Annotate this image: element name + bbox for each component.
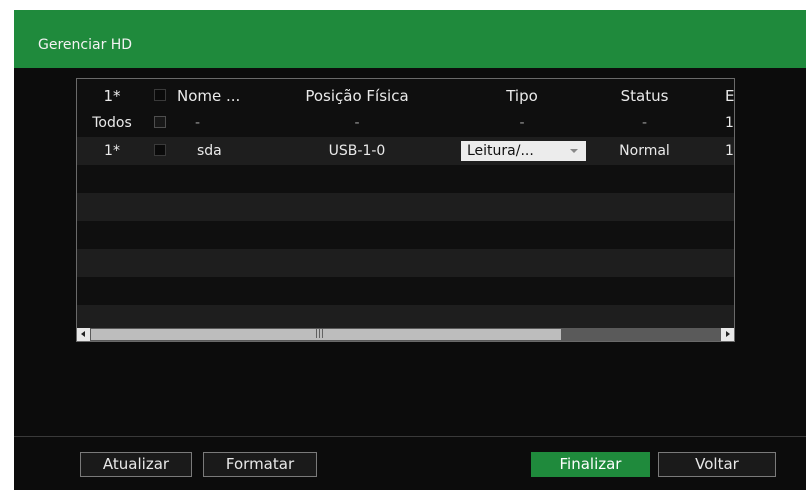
hd-table: 1* Nome ... Posição Física Tipo Status E… (76, 78, 735, 342)
window-title: Gerenciar HD (38, 37, 133, 53)
footer-divider (14, 436, 806, 437)
disk-type-value: Leitura/... (467, 143, 534, 159)
empty-row (77, 277, 734, 305)
empty-row (77, 193, 734, 221)
all-last: 1 (725, 115, 734, 131)
header-type[interactable]: Tipo (457, 82, 587, 110)
back-button[interactable]: Voltar (658, 452, 776, 477)
header-truncated-column[interactable]: E (725, 82, 734, 110)
all-name: - (195, 115, 201, 131)
disk-position: USB-1-0 (328, 143, 386, 159)
scroll-right-button[interactable] (721, 328, 734, 341)
empty-row (77, 249, 734, 277)
format-button[interactable]: Formatar (203, 452, 317, 477)
arrow-right-icon (726, 331, 730, 337)
disk-type-select[interactable]: Leitura/... (461, 141, 586, 161)
chevron-down-icon (570, 149, 578, 153)
table-row[interactable]: 1* sda USB-1-0 Leitura/... Normal 1 (77, 137, 734, 165)
scrollbar-grip: ||| (315, 329, 325, 339)
disk-last: 1 (725, 143, 734, 159)
all-position: - (354, 115, 360, 131)
scrollbar-thumb[interactable] (91, 329, 561, 340)
finish-button[interactable]: Finalizar (531, 452, 650, 477)
header-status[interactable]: Status (597, 82, 692, 110)
horizontal-scrollbar[interactable]: ||| (77, 328, 734, 341)
header-number[interactable]: 1* (77, 82, 147, 110)
refresh-button[interactable]: Atualizar (80, 452, 192, 477)
select-all-checkbox[interactable] (154, 89, 166, 101)
table-row-all[interactable]: Todos - - - - 1 (77, 109, 734, 137)
empty-row (77, 221, 734, 249)
title-bar: Gerenciar HD (14, 10, 806, 68)
all-label: Todos (92, 115, 132, 131)
all-type: - (519, 115, 525, 131)
scroll-left-button[interactable] (77, 328, 90, 341)
all-status: - (641, 115, 648, 131)
all-checkbox[interactable] (154, 116, 166, 128)
disk-number: 1* (104, 143, 120, 159)
disk-status: Normal (619, 143, 670, 159)
table-header-row: 1* Nome ... Posição Física Tipo Status E (77, 82, 734, 110)
disk-checkbox[interactable] (154, 144, 166, 156)
empty-row (77, 165, 734, 193)
header-physical-position[interactable]: Posição Física (277, 82, 437, 110)
arrow-left-icon (81, 331, 85, 337)
header-name[interactable]: Nome ... (177, 82, 272, 110)
